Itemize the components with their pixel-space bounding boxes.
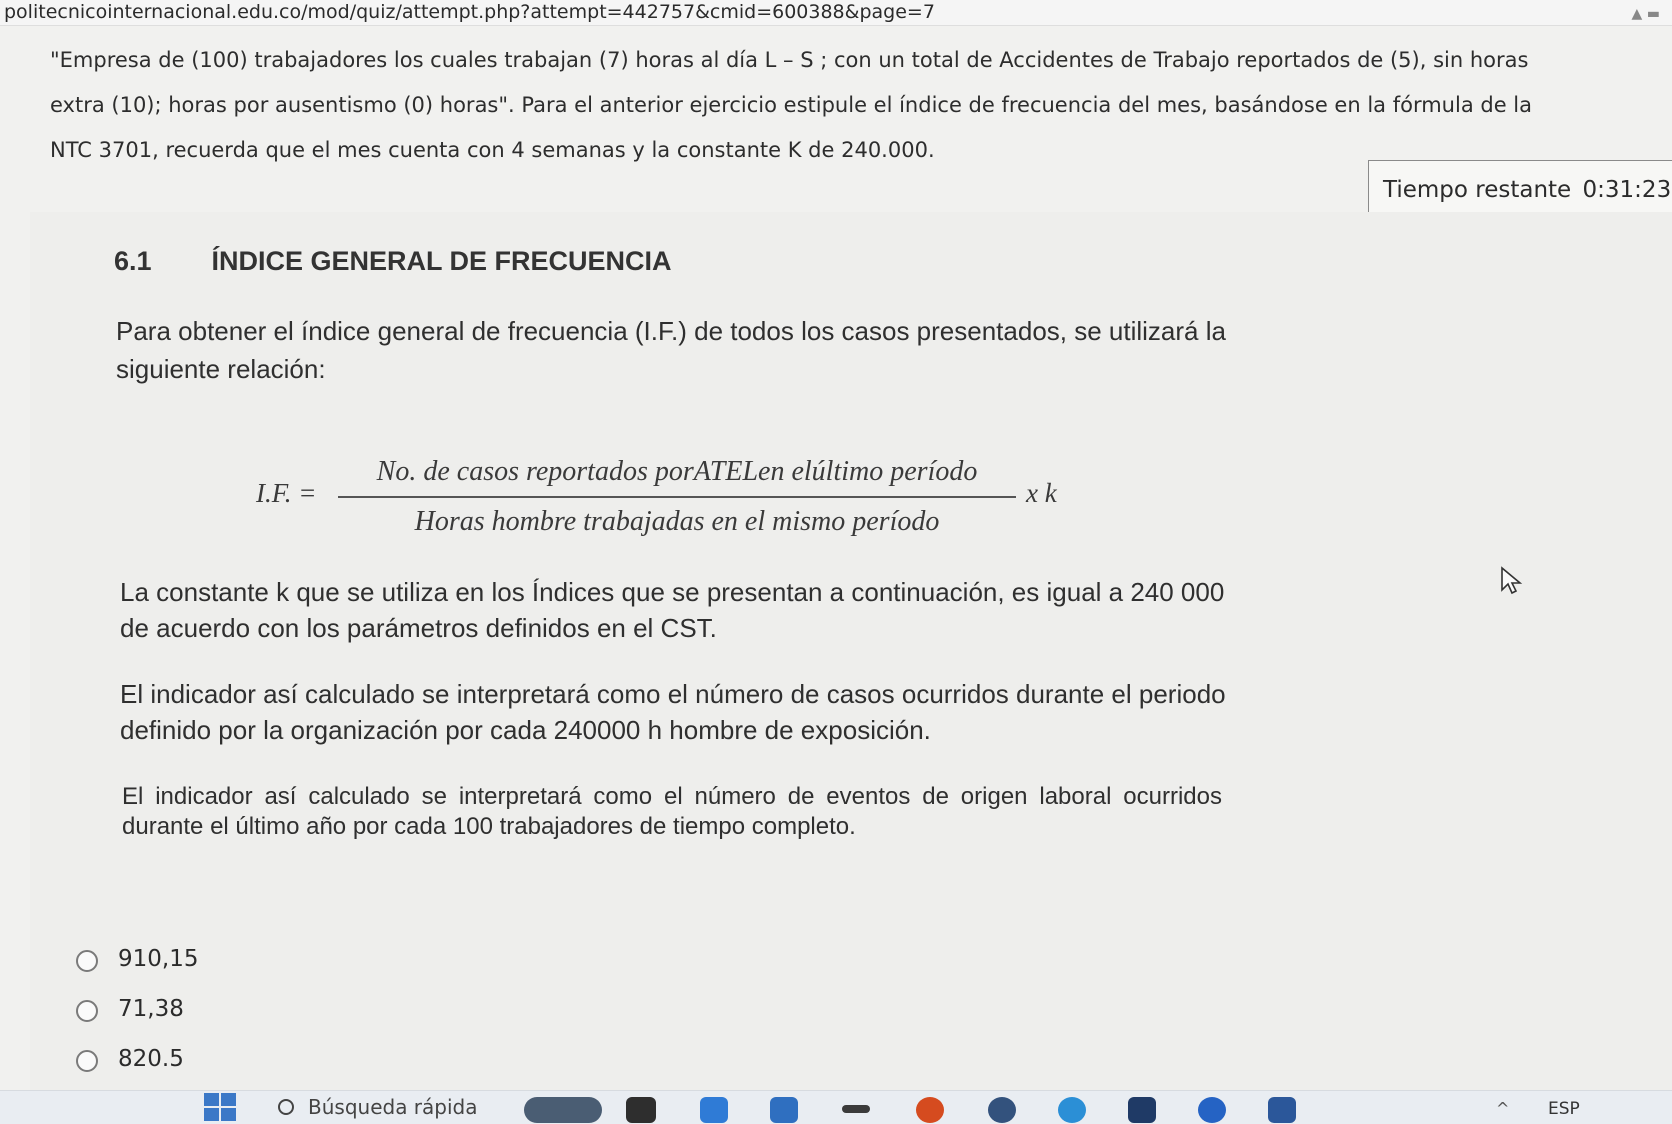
frequency-index-formula: I.F. = No. de casos reportados porATELen… [256,450,1076,540]
taskbar-search[interactable]: Búsqueda rápida [278,1095,477,1124]
media-player-icon[interactable] [1128,1097,1156,1123]
radio-button[interactable] [76,950,98,972]
option-label: 71,38 [118,996,184,1022]
option-label: 910,15 [118,946,199,972]
radio-button[interactable] [76,1050,98,1072]
url-text: politecnicointernacional.edu.co/mod/quiz… [4,1,935,23]
window-controls-icon[interactable]: ▲ ▬ [1632,2,1660,25]
language-indicator[interactable]: ESP [1548,1099,1580,1119]
section-heading: 6.1 ÍNDICE GENERAL DE FRECUENCIA [114,246,672,277]
search-placeholder: Búsqueda rápida [308,1095,478,1119]
radio-button[interactable] [76,1000,98,1022]
office-icon[interactable] [916,1097,944,1123]
chevron-up-icon[interactable]: ^ [1496,1099,1509,1118]
windows-start-icon[interactable] [204,1093,238,1124]
interpretation-paragraph-2: El indicador así calculado se interpreta… [122,783,1222,840]
search-icon [278,1099,294,1115]
windows-taskbar: Búsqueda rápida ^ ESP [0,1090,1672,1124]
question-line-2: extra (10); horas por ausentismo (0) hor… [50,93,1532,117]
word-icon[interactable] [1268,1097,1296,1123]
edge-browser-icon[interactable] [700,1097,728,1123]
calendar-icon[interactable] [770,1097,798,1123]
teams-icon[interactable] [1198,1097,1226,1123]
question-text: "Empresa de (100) trabajadores los cuale… [50,38,1660,173]
mouse-cursor-icon [1501,566,1523,595]
question-line-1: "Empresa de (100) trabajadores los cuale… [50,48,1529,72]
formula-numerator: No. de casos reportados porATELen elúlti… [376,456,978,487]
formula-lhs: I.F. = [256,478,317,508]
formula-fraction: No. de casos reportados porATELen elúlti… [338,450,1016,542]
formula-denominator: Horas hombre trabajadas en el mismo perí… [414,506,940,537]
taskbar-widget-icon[interactable] [524,1097,602,1123]
intro-paragraph: Para obtener el índice general de frecue… [116,316,1226,384]
file-explorer-icon[interactable] [626,1097,656,1123]
section-number: 6.1 [114,246,152,276]
constant-paragraph: La constante k que se utiliza en los Índ… [120,577,1225,643]
interpretation-paragraph-1: El indicador así calculado se interpreta… [120,679,1226,745]
browser-address-bar[interactable]: politecnicointernacional.edu.co/mod/quiz… [0,0,1672,26]
taskbar-app-icon[interactable] [842,1105,870,1113]
timer-label: Tiempo restante [1383,177,1572,203]
browser-icon[interactable] [1058,1097,1086,1123]
timer-value: 0:31:23 [1582,177,1672,203]
option-label: 820.5 [118,1046,184,1072]
formula-rhs: x k [1026,478,1057,508]
section-title: ÍNDICE GENERAL DE FRECUENCIA [211,246,672,276]
fraction-bar [338,496,1016,498]
chrome-icon[interactable] [988,1097,1016,1123]
